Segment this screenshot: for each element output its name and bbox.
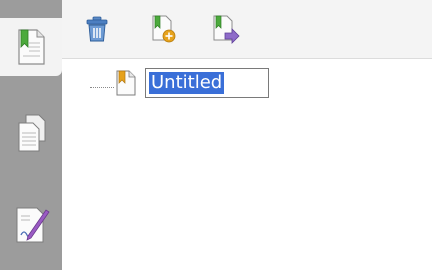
new-bookmark-icon [149, 14, 177, 48]
move-bookmark-icon [210, 14, 240, 48]
tab-signatures[interactable] [0, 196, 62, 254]
bookmark-rename-input[interactable]: Untitled [145, 68, 269, 98]
bookmark-rename-value: Untitled [149, 72, 225, 94]
bookmarks-icon [13, 27, 49, 67]
tab-bookmarks[interactable] [0, 18, 62, 76]
delete-bookmark-button[interactable] [80, 14, 114, 48]
bookmark-node-icon [114, 69, 138, 97]
new-bookmark-button[interactable] [146, 14, 180, 48]
tree-connector [90, 87, 114, 88]
move-bookmark-button[interactable] [208, 14, 242, 48]
side-panel [0, 0, 62, 270]
trash-icon [85, 15, 109, 47]
tab-pages[interactable] [0, 104, 62, 162]
bookmark-tree: Untitled [62, 58, 432, 271]
signature-icon [12, 202, 50, 248]
tree-item[interactable]: Untitled [62, 63, 432, 98]
bookmarks-toolbar [62, 0, 432, 58]
pages-icon [13, 111, 49, 155]
